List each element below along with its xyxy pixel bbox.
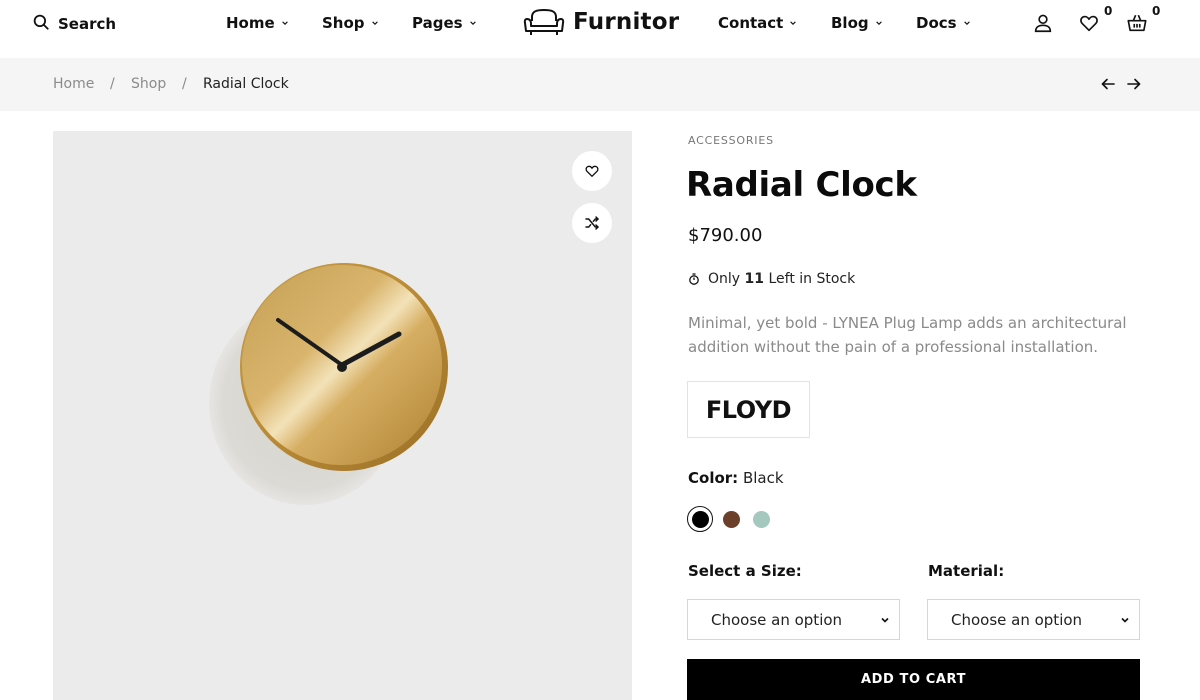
armchair-icon (523, 9, 565, 35)
nav-home[interactable]: Home (226, 14, 289, 32)
product-description: Minimal, yet bold - LYNEA Plug Lamp adds… (688, 314, 1127, 356)
product-image[interactable] (53, 131, 632, 700)
breadcrumb-home[interactable]: Home (53, 76, 94, 92)
chevron-down-icon (469, 21, 476, 25)
site-logo[interactable]: Furnitor (523, 7, 679, 37)
product-title: Radial Clock (686, 165, 917, 205)
swatch-sage[interactable] (748, 506, 774, 532)
nav-blog[interactable]: Blog (831, 14, 883, 32)
nav-contact-label: Contact (718, 14, 784, 32)
site-header: Search Home Shop Pages Furnitor Contact … (0, 0, 1200, 58)
account-button[interactable] (1032, 12, 1054, 34)
brand-logo[interactable]: FLOYD (687, 381, 810, 438)
heart-icon (585, 165, 599, 177)
compare-button[interactable] (572, 203, 612, 243)
chevron-down-icon (790, 21, 797, 25)
chevron-down-icon (881, 617, 889, 623)
arrow-left-icon (1101, 78, 1115, 90)
cart-count: 0 (1152, 4, 1161, 18)
material-select-value: Choose an option (951, 610, 1083, 629)
search-icon (32, 13, 50, 35)
search-button[interactable]: Search (32, 13, 116, 35)
swatch-color (722, 510, 740, 528)
color-label-key: Color: (688, 469, 739, 487)
swatch-black[interactable] (687, 506, 713, 532)
stock-prefix: Only (708, 271, 741, 287)
next-product-button[interactable] (1126, 76, 1142, 92)
color-value: Black (742, 469, 784, 487)
arrow-right-icon (1127, 78, 1141, 90)
breadcrumb-separator: / (182, 76, 187, 92)
product-price: $790.00 (688, 225, 763, 246)
color-label: Color: Black (688, 469, 784, 487)
chevron-down-icon (963, 21, 970, 25)
shuffle-icon (585, 216, 599, 230)
size-select-value: Choose an option (711, 610, 843, 629)
material-label: Material: (928, 562, 1005, 580)
chevron-down-icon (875, 21, 882, 25)
stock-status: Only 11 Left in Stock (688, 271, 855, 287)
breadcrumb: Home / Shop / Radial Clock (0, 58, 1200, 111)
logo-text: Furnitor (573, 9, 680, 35)
stopwatch-icon (689, 273, 699, 285)
stock-count: 11 (744, 271, 765, 287)
nav-pages[interactable]: Pages (412, 14, 477, 32)
basket-icon (1127, 14, 1147, 32)
search-label: Search (58, 15, 117, 33)
add-to-wishlist-button[interactable] (572, 151, 612, 191)
material-select[interactable]: Choose an option (927, 599, 1140, 640)
breadcrumb-shop[interactable]: Shop (131, 76, 166, 92)
nav-pages-label: Pages (412, 14, 463, 32)
nav-docs[interactable]: Docs (916, 14, 971, 32)
breadcrumb-separator: / (110, 76, 115, 92)
chevron-down-icon (371, 21, 378, 25)
swatch-color (691, 510, 709, 528)
breadcrumb-current: Radial Clock (203, 76, 289, 92)
wishlist-count: 0 (1104, 4, 1113, 18)
size-label: Select a Size: (688, 562, 802, 580)
size-select[interactable]: Choose an option (687, 599, 900, 640)
prev-product-button[interactable] (1100, 76, 1116, 92)
heart-icon (1080, 15, 1098, 32)
brand-name: FLOYD (705, 395, 792, 424)
cart-button[interactable] (1126, 12, 1148, 34)
chevron-down-icon (281, 21, 288, 25)
product-category[interactable]: ACCESSORIES (688, 134, 774, 147)
stock-text: Only 11 Left in Stock (708, 271, 855, 287)
clock-image (209, 263, 448, 505)
nav-shop-label: Shop (322, 14, 365, 32)
nav-home-label: Home (226, 14, 275, 32)
stock-suffix: Left in Stock (768, 271, 856, 287)
nav-shop[interactable]: Shop (322, 14, 379, 32)
wishlist-button[interactable] (1078, 12, 1100, 34)
swatch-brown[interactable] (718, 506, 744, 532)
nav-blog-label: Blog (831, 14, 869, 32)
user-icon (1034, 14, 1052, 33)
nav-docs-label: Docs (916, 14, 957, 32)
swatch-color (752, 510, 770, 528)
chevron-down-icon (1121, 617, 1129, 623)
nav-contact[interactable]: Contact (718, 14, 797, 32)
add-to-cart-button[interactable]: ADD TO CART (687, 659, 1140, 700)
